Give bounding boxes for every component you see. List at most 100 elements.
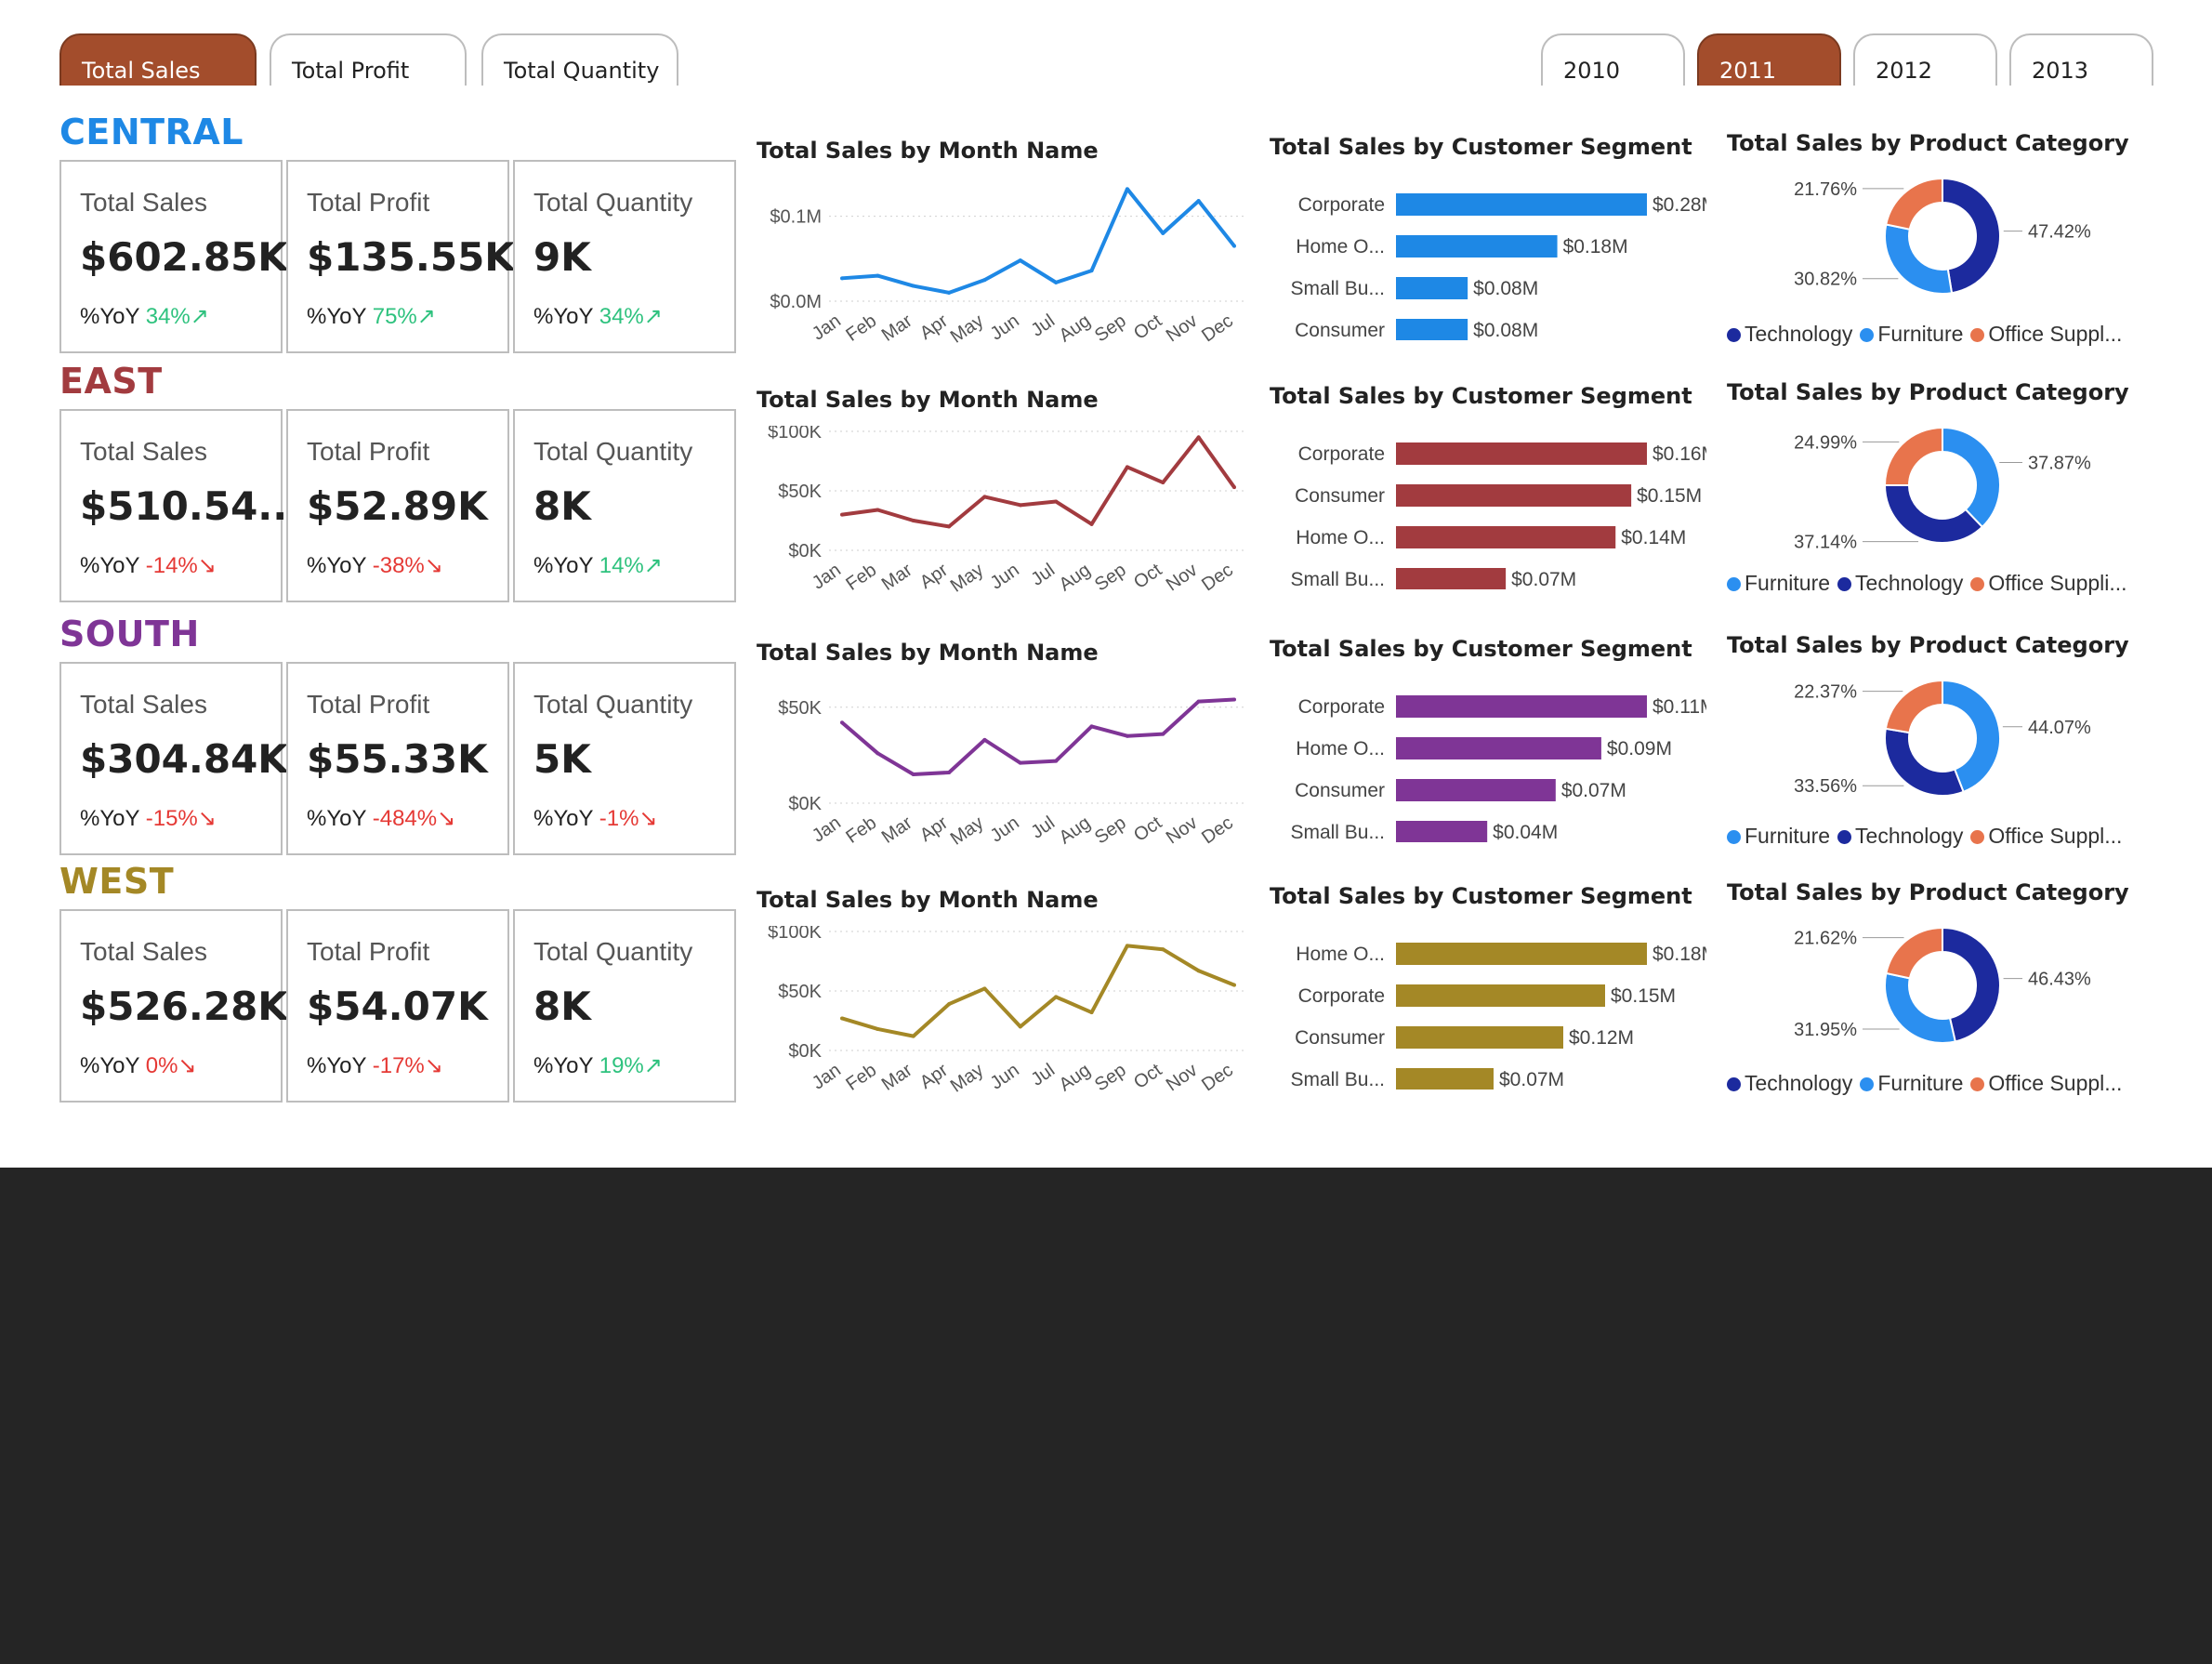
bar [1396, 484, 1632, 507]
bar-category-label: Home O... [1296, 527, 1385, 548]
x-tick-label: Dec [1198, 812, 1237, 848]
donut-slice [1885, 926, 1943, 980]
tab-total-quantity[interactable]: Total Quantity [481, 33, 678, 86]
line-chart-central: $0.1M $0.0MJanFebMar AprMay Jun JulAugSep Oct… [770, 187, 1247, 348]
kpi-value: 5K [533, 736, 591, 782]
x-tick-label: Feb [842, 560, 880, 595]
series-line [840, 697, 1235, 777]
bar-chart-title-south: Total Sales by Customer Segment [1270, 636, 1692, 662]
x-tick-label: Jan [809, 310, 845, 345]
kpi-card-east-total-quantity: Total Quantity 8K %YoY 14%↗ [513, 409, 736, 602]
line-chart-title-east: Total Sales by Month Name [757, 387, 1099, 413]
donut-legend-central: Technology Furniture Office Suppl... [1727, 322, 2129, 347]
kpi-value: $304.84K [80, 736, 288, 782]
x-tick-label: Oct [1130, 560, 1165, 593]
bar [1396, 277, 1468, 299]
legend-label: Office Suppl... [1988, 824, 2123, 848]
legend-item: Furniture [1860, 322, 1963, 347]
data-point [1161, 231, 1165, 235]
donut-chart-central: 47.42% 30.82% 21.76% [1794, 177, 2091, 295]
data-point [947, 770, 952, 774]
legend-label: Technology [1745, 322, 1853, 346]
donut-slice [1884, 679, 1943, 734]
tab-total-sales[interactable]: Total Sales [59, 33, 257, 86]
donut-slice [1884, 971, 1956, 1044]
data-point [1018, 1024, 1022, 1029]
kpi-yoy: %YoY -14%↘ [80, 552, 217, 579]
data-point [1125, 465, 1129, 469]
legend-dot-icon [1727, 830, 1741, 844]
tab-total-profit[interactable]: Total Profit [270, 33, 467, 86]
data-point [1232, 244, 1236, 248]
x-tick-label: Apr [916, 812, 952, 846]
x-tick-label: Sep [1091, 1060, 1130, 1095]
bar-data-label: $0.18M [1652, 944, 1706, 965]
data-point [947, 1002, 952, 1007]
legend-item: Office Suppli... [1970, 571, 2127, 596]
kpi-label: Total Quantity [533, 937, 693, 966]
x-tick-label: Aug [1056, 310, 1095, 346]
x-tick-label: Jul [1027, 310, 1059, 341]
y-tick-label: $0K [788, 1041, 822, 1062]
data-point [1232, 697, 1236, 702]
tab-year-2012[interactable]: 2012 [1853, 33, 1997, 86]
legend-dot-icon [1837, 830, 1852, 844]
bar-category-label: Small Bu... [1290, 278, 1385, 299]
tab-year-2011[interactable]: 2011 [1697, 33, 1841, 86]
bar-chart-title-central: Total Sales by Customer Segment [1270, 134, 1692, 160]
data-point [840, 720, 844, 725]
data-point [1054, 499, 1059, 504]
bar-category-label: Home O... [1296, 944, 1385, 965]
kpi-yoy: %YoY -17%↘ [307, 1052, 443, 1079]
legend-item: Furniture [1860, 1071, 1963, 1096]
kpi-yoy-value: -484%↘ [372, 806, 456, 831]
x-tick-label: Oct [1130, 310, 1165, 344]
kpi-value: $135.55K [307, 234, 515, 280]
kpi-yoy-value: 0%↘ [145, 1053, 197, 1078]
bar [1396, 193, 1647, 216]
kpi-card-central-total-sales: Total Sales $602.85K %YoY 34%↗ [59, 160, 288, 353]
x-tick-label: May [947, 560, 988, 597]
legend-label: Office Suppl... [1988, 1071, 2123, 1095]
y-tick-label: $0K [788, 794, 822, 814]
data-point [982, 495, 987, 499]
data-point [1018, 258, 1022, 263]
x-tick-label: Mar [878, 812, 916, 848]
donut-data-label: 44.07% [2028, 718, 2091, 738]
kpi-yoy-value: -15%↘ [145, 806, 217, 831]
kpi-label: Total Profit [307, 690, 430, 719]
kpi-value: $54.07K [307, 984, 488, 1029]
kpi-yoy: %YoY -1%↘ [533, 805, 658, 832]
donut-chart-east: 37.87% 37.14% 24.99% [1794, 426, 2091, 553]
donut-slice [1885, 177, 1943, 231]
data-point [947, 524, 952, 529]
data-point [876, 508, 880, 512]
x-tick-label: Nov [1163, 1060, 1202, 1095]
y-tick-label: $0.0M [770, 292, 822, 312]
data-point [840, 1016, 844, 1021]
tab-year-2010[interactable]: 2010 [1541, 33, 1685, 86]
x-tick-label: Apr [916, 560, 952, 593]
x-tick-label: Feb [842, 812, 880, 848]
data-point [982, 278, 987, 283]
kpi-yoy-value: 19%↗ [599, 1053, 663, 1078]
bar [1396, 695, 1647, 718]
kpi-label: Total Profit [307, 188, 430, 217]
data-point [911, 519, 915, 522]
kpi-value: $52.89K [307, 483, 488, 529]
kpi-yoy-value: 34%↗ [599, 304, 663, 329]
kpi-yoy-value: -1%↘ [599, 806, 658, 831]
kpi-card-east-total-profit: Total Profit $52.89K %YoY -38%↘ [286, 409, 509, 602]
x-tick-label: Sep [1091, 560, 1130, 595]
tab-year-2013[interactable]: 2013 [2009, 33, 2153, 86]
bar-category-label: Consumer [1295, 485, 1385, 507]
x-tick-label: Feb [842, 310, 880, 346]
bar-data-label: $0.15M [1637, 485, 1702, 507]
kpi-yoy-prefix: %YoY [533, 304, 599, 329]
bar-category-label: Consumer [1295, 1027, 1385, 1049]
bar-category-label: Corporate [1298, 696, 1385, 718]
kpi-value: $510.54... [80, 483, 303, 529]
kpi-card-south-total-profit: Total Profit $55.33K %YoY -484%↘ [286, 662, 509, 855]
donut-slice [1884, 223, 1954, 295]
region-title-west: WEST [59, 861, 175, 902]
